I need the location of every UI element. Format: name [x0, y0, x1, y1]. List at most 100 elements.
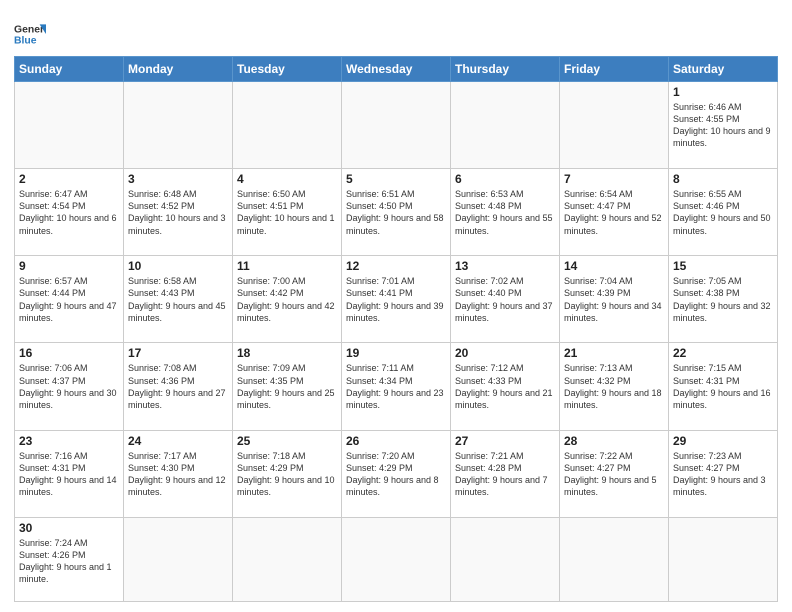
day-info: Sunrise: 7:22 AM Sunset: 4:27 PM Dayligh… — [564, 450, 664, 499]
day-number: 27 — [455, 434, 555, 448]
calendar-cell — [233, 82, 342, 169]
day-number: 28 — [564, 434, 664, 448]
weekday-header-saturday: Saturday — [669, 57, 778, 82]
day-number: 21 — [564, 346, 664, 360]
day-info: Sunrise: 6:51 AM Sunset: 4:50 PM Dayligh… — [346, 188, 446, 237]
weekday-header-sunday: Sunday — [15, 57, 124, 82]
day-info: Sunrise: 6:53 AM Sunset: 4:48 PM Dayligh… — [455, 188, 555, 237]
day-number: 4 — [237, 172, 337, 186]
day-number: 20 — [455, 346, 555, 360]
day-info: Sunrise: 7:06 AM Sunset: 4:37 PM Dayligh… — [19, 362, 119, 411]
logo: General Blue — [14, 18, 46, 50]
calendar-cell: 23 Sunrise: 7:16 AM Sunset: 4:31 PM Dayli… — [15, 430, 124, 517]
day-number: 26 — [346, 434, 446, 448]
calendar-week-row-4: 23 Sunrise: 7:16 AM Sunset: 4:31 PM Dayli… — [15, 430, 778, 517]
day-number: 3 — [128, 172, 228, 186]
day-number: 23 — [19, 434, 119, 448]
calendar-week-row-2: 9 Sunrise: 6:57 AM Sunset: 4:44 PM Daylig… — [15, 256, 778, 343]
calendar-cell: 27 Sunrise: 7:21 AM Sunset: 4:28 PM Dayli… — [451, 430, 560, 517]
calendar-cell — [124, 517, 233, 601]
day-info: Sunrise: 7:15 AM Sunset: 4:31 PM Dayligh… — [673, 362, 773, 411]
calendar-cell: 9 Sunrise: 6:57 AM Sunset: 4:44 PM Daylig… — [15, 256, 124, 343]
calendar-cell — [451, 517, 560, 601]
calendar-cell — [560, 82, 669, 169]
day-info: Sunrise: 7:09 AM Sunset: 4:35 PM Dayligh… — [237, 362, 337, 411]
day-number: 9 — [19, 259, 119, 273]
day-info: Sunrise: 6:50 AM Sunset: 4:51 PM Dayligh… — [237, 188, 337, 237]
page: General Blue SundayMondayTuesdayWednesda… — [0, 0, 792, 612]
day-info: Sunrise: 7:21 AM Sunset: 4:28 PM Dayligh… — [455, 450, 555, 499]
calendar-cell: 21 Sunrise: 7:13 AM Sunset: 4:32 PM Dayli… — [560, 343, 669, 430]
day-info: Sunrise: 7:00 AM Sunset: 4:42 PM Dayligh… — [237, 275, 337, 324]
day-number: 19 — [346, 346, 446, 360]
calendar-cell: 8 Sunrise: 6:55 AM Sunset: 4:46 PM Daylig… — [669, 169, 778, 256]
calendar-cell — [15, 82, 124, 169]
day-number: 13 — [455, 259, 555, 273]
weekday-header-wednesday: Wednesday — [342, 57, 451, 82]
calendar-cell: 19 Sunrise: 7:11 AM Sunset: 4:34 PM Dayli… — [342, 343, 451, 430]
day-number: 30 — [19, 521, 119, 535]
day-number: 16 — [19, 346, 119, 360]
day-info: Sunrise: 7:17 AM Sunset: 4:30 PM Dayligh… — [128, 450, 228, 499]
day-info: Sunrise: 7:13 AM Sunset: 4:32 PM Dayligh… — [564, 362, 664, 411]
calendar-week-row-1: 2 Sunrise: 6:47 AM Sunset: 4:54 PM Daylig… — [15, 169, 778, 256]
calendar-cell: 4 Sunrise: 6:50 AM Sunset: 4:51 PM Daylig… — [233, 169, 342, 256]
day-number: 10 — [128, 259, 228, 273]
calendar-cell: 26 Sunrise: 7:20 AM Sunset: 4:29 PM Dayli… — [342, 430, 451, 517]
svg-text:Blue: Blue — [14, 36, 37, 47]
calendar-table: SundayMondayTuesdayWednesdayThursdayFrid… — [14, 56, 778, 602]
calendar-cell: 3Sunrise: 6:48 AM Sunset: 4:52 PM Daylig… — [124, 169, 233, 256]
calendar-cell: 11 Sunrise: 7:00 AM Sunset: 4:42 PM Dayli… — [233, 256, 342, 343]
day-info: Sunrise: 7:20 AM Sunset: 4:29 PM Dayligh… — [346, 450, 446, 499]
calendar-cell: 10 Sunrise: 6:58 AM Sunset: 4:43 PM Dayli… — [124, 256, 233, 343]
calendar-cell: 28 Sunrise: 7:22 AM Sunset: 4:27 PM Dayli… — [560, 430, 669, 517]
day-info: Sunrise: 6:54 AM Sunset: 4:47 PM Dayligh… — [564, 188, 664, 237]
day-number: 14 — [564, 259, 664, 273]
day-number: 25 — [237, 434, 337, 448]
calendar-cell: 29Sunrise: 7:23 AM Sunset: 4:27 PM Dayli… — [669, 430, 778, 517]
calendar-cell: 18 Sunrise: 7:09 AM Sunset: 4:35 PM Dayli… — [233, 343, 342, 430]
calendar-cell: 30Sunrise: 7:24 AM Sunset: 4:26 PM Dayli… — [15, 517, 124, 601]
calendar-cell: 6 Sunrise: 6:53 AM Sunset: 4:48 PM Daylig… — [451, 169, 560, 256]
day-info: Sunrise: 7:08 AM Sunset: 4:36 PM Dayligh… — [128, 362, 228, 411]
weekday-header-friday: Friday — [560, 57, 669, 82]
day-info: Sunrise: 6:55 AM Sunset: 4:46 PM Dayligh… — [673, 188, 773, 237]
calendar-cell: 14Sunrise: 7:04 AM Sunset: 4:39 PM Dayli… — [560, 256, 669, 343]
day-info: Sunrise: 7:01 AM Sunset: 4:41 PM Dayligh… — [346, 275, 446, 324]
calendar-cell — [560, 517, 669, 601]
day-number: 22 — [673, 346, 773, 360]
day-info: Sunrise: 7:12 AM Sunset: 4:33 PM Dayligh… — [455, 362, 555, 411]
day-info: Sunrise: 6:58 AM Sunset: 4:43 PM Dayligh… — [128, 275, 228, 324]
day-number: 6 — [455, 172, 555, 186]
day-number: 8 — [673, 172, 773, 186]
calendar-cell: 25 Sunrise: 7:18 AM Sunset: 4:29 PM Dayli… — [233, 430, 342, 517]
day-number: 18 — [237, 346, 337, 360]
calendar-cell: 16 Sunrise: 7:06 AM Sunset: 4:37 PM Dayli… — [15, 343, 124, 430]
day-number: 11 — [237, 259, 337, 273]
day-info: Sunrise: 7:16 AM Sunset: 4:31 PM Dayligh… — [19, 450, 119, 499]
day-info: Sunrise: 7:11 AM Sunset: 4:34 PM Dayligh… — [346, 362, 446, 411]
calendar-cell — [124, 82, 233, 169]
day-info: Sunrise: 7:05 AM Sunset: 4:38 PM Dayligh… — [673, 275, 773, 324]
day-number: 2 — [19, 172, 119, 186]
weekday-header-monday: Monday — [124, 57, 233, 82]
calendar-cell: 15Sunrise: 7:05 AM Sunset: 4:38 PM Dayli… — [669, 256, 778, 343]
day-info: Sunrise: 7:18 AM Sunset: 4:29 PM Dayligh… — [237, 450, 337, 499]
weekday-header-tuesday: Tuesday — [233, 57, 342, 82]
calendar-cell — [233, 517, 342, 601]
day-info: Sunrise: 7:02 AM Sunset: 4:40 PM Dayligh… — [455, 275, 555, 324]
calendar-week-row-0: 1Sunrise: 6:46 AM Sunset: 4:55 PM Daylig… — [15, 82, 778, 169]
day-info: Sunrise: 6:57 AM Sunset: 4:44 PM Dayligh… — [19, 275, 119, 324]
day-number: 1 — [673, 85, 773, 99]
calendar-week-row-3: 16 Sunrise: 7:06 AM Sunset: 4:37 PM Dayli… — [15, 343, 778, 430]
day-number: 5 — [346, 172, 446, 186]
day-number: 17 — [128, 346, 228, 360]
day-info: Sunrise: 6:47 AM Sunset: 4:54 PM Dayligh… — [19, 188, 119, 237]
calendar-cell: 13 Sunrise: 7:02 AM Sunset: 4:40 PM Dayli… — [451, 256, 560, 343]
calendar-cell: 2 Sunrise: 6:47 AM Sunset: 4:54 PM Daylig… — [15, 169, 124, 256]
weekday-header-thursday: Thursday — [451, 57, 560, 82]
day-info: Sunrise: 7:23 AM Sunset: 4:27 PM Dayligh… — [673, 450, 773, 499]
calendar-cell — [451, 82, 560, 169]
day-number: 12 — [346, 259, 446, 273]
header: General Blue — [14, 14, 778, 50]
